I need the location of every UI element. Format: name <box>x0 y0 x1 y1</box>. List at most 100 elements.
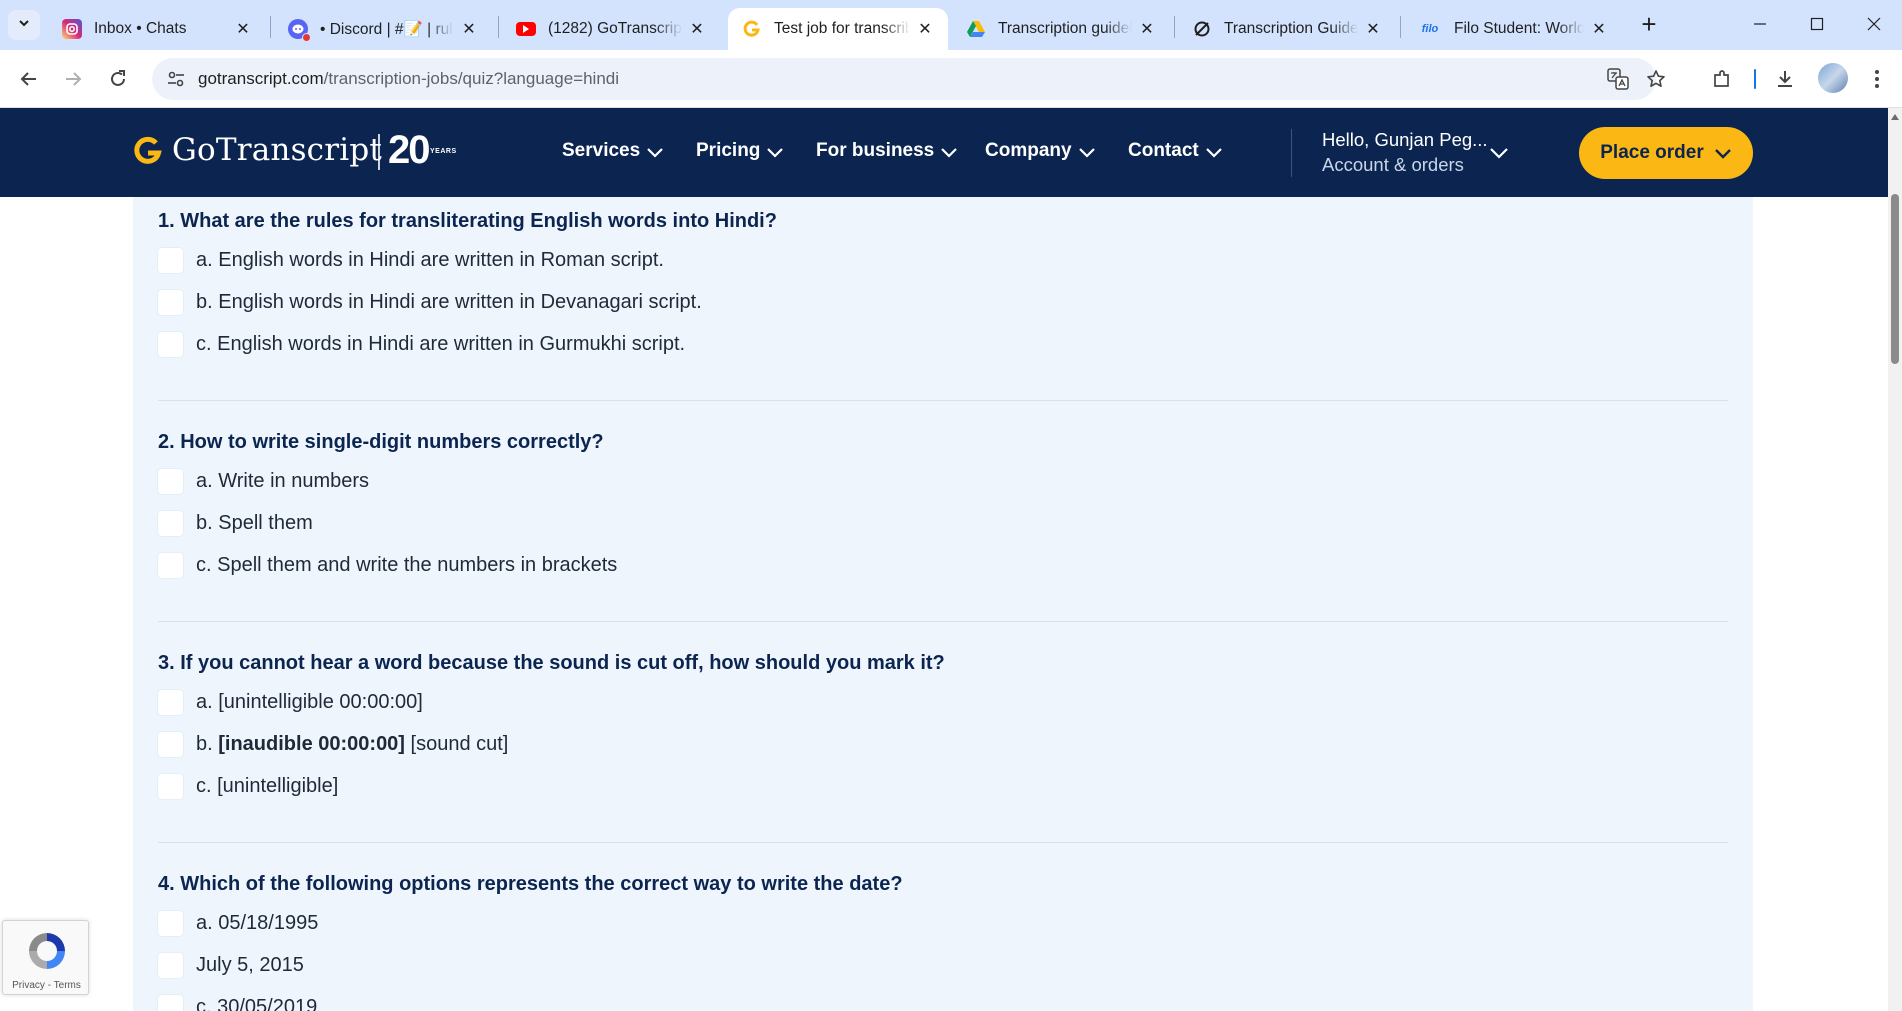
quiz-option[interactable]: a. Write in numbers <box>158 469 369 494</box>
close-window-button[interactable] <box>1854 8 1894 40</box>
chevron-down-icon <box>1205 148 1222 158</box>
nav-services[interactable]: Services <box>562 140 664 162</box>
option-checkbox[interactable] <box>158 774 183 799</box>
quiz-option[interactable]: c. [unintelligible] <box>158 774 338 799</box>
logo-text[interactable]: GoTranscript <box>172 132 382 168</box>
option-checkbox[interactable] <box>158 953 183 978</box>
page-scrollbar[interactable] <box>1888 108 1902 1011</box>
scroll-up-arrow-icon[interactable] <box>1891 114 1899 120</box>
close-icon[interactable]: ✕ <box>1590 19 1608 39</box>
quiz-option[interactable]: c. 30/05/2019 <box>158 995 317 1011</box>
option-checkbox[interactable] <box>158 690 183 715</box>
option-checkbox[interactable] <box>158 553 183 578</box>
option-checkbox[interactable] <box>158 469 183 494</box>
option-prefix: b. <box>196 733 219 755</box>
question-title: 2. How to write single-digit numbers cor… <box>158 431 604 453</box>
option-label: c. [unintelligible] <box>196 775 339 797</box>
quiz-panel: 1. What are the rules for transliteratin… <box>133 197 1753 1011</box>
nav-for-business[interactable]: For business <box>816 140 958 162</box>
site-header: GoTranscript 20 YEARS Services Pricing F… <box>0 108 1888 197</box>
extensions-icon[interactable] <box>1707 64 1737 94</box>
quiz-option[interactable]: c. Spell them and write the numbers in b… <box>158 553 617 578</box>
address-bar[interactable]: gotranscript.com/transcription-jobs/quiz… <box>152 58 1665 100</box>
tab-title: (1282) GoTranscript 2 <box>548 20 682 37</box>
quiz-option[interactable]: b. English words in Hindi are written in… <box>158 290 702 315</box>
bookmark-star-icon[interactable] <box>1644 67 1668 91</box>
browser-toolbar: gotranscript.com/transcription-jobs/quiz… <box>0 50 1902 108</box>
browser-tab[interactable]: • Discord | #📝 | rul ✕ <box>274 8 492 50</box>
recaptcha-terms-link[interactable]: Terms <box>54 980 81 991</box>
reload-button[interactable] <box>103 64 133 94</box>
quiz-option[interactable]: a. 05/18/1995 <box>158 911 318 936</box>
browser-tab[interactable]: Transcription guideli ✕ <box>952 8 1170 50</box>
option-suffix: [sound cut] <box>404 733 509 755</box>
question-title: 3. If you cannot hear a word because the… <box>158 652 945 674</box>
option-checkbox[interactable] <box>158 290 183 315</box>
maximize-button[interactable] <box>1797 8 1837 40</box>
quiz-option[interactable]: a. [unintelligible 00:00:00] <box>158 690 423 715</box>
toolbar-separator <box>1754 69 1756 89</box>
translate-icon[interactable] <box>1606 67 1630 91</box>
anniversary-20-logo: 20 <box>388 128 430 172</box>
quiz-option[interactable]: b. Spell them <box>158 511 313 536</box>
place-order-button[interactable]: Place order <box>1579 127 1753 179</box>
option-checkbox[interactable] <box>158 511 183 536</box>
close-icon[interactable]: ✕ <box>1364 19 1382 39</box>
browser-tab[interactable]: filo Filo Student: World's ✕ <box>1404 8 1622 50</box>
quiz-option[interactable]: b. [inaudible 00:00:00] [sound cut] <box>158 732 508 757</box>
close-icon[interactable]: ✕ <box>916 19 934 39</box>
recaptcha-privacy-link[interactable]: Privacy <box>12 980 45 991</box>
chevron-down-icon[interactable] <box>1489 146 1509 160</box>
quiz-option[interactable]: a. English words in Hindi are written in… <box>158 248 664 273</box>
option-label: a. 05/18/1995 <box>196 912 319 934</box>
option-label: a. Write in numbers <box>196 470 370 492</box>
profile-avatar[interactable] <box>1818 63 1848 93</box>
minimize-button[interactable] <box>1740 8 1780 40</box>
close-icon[interactable]: ✕ <box>234 19 252 39</box>
option-label: c. Spell them and write the numbers in b… <box>196 554 618 576</box>
logo-divider <box>378 134 380 170</box>
scroll-thumb[interactable] <box>1891 194 1899 364</box>
option-checkbox[interactable] <box>158 248 183 273</box>
new-tab-button[interactable]: + <box>1634 10 1664 40</box>
nav-company[interactable]: Company <box>985 140 1096 162</box>
tab-separator <box>270 16 271 38</box>
nav-label: For business <box>816 140 935 161</box>
option-checkbox[interactable] <box>158 732 183 757</box>
option-checkbox[interactable] <box>158 995 183 1011</box>
url-text: gotranscript.com/transcription-jobs/quiz… <box>198 69 619 89</box>
download-icon[interactable] <box>1770 64 1800 94</box>
browser-tab[interactable]: (1282) GoTranscript 2 ✕ <box>502 8 720 50</box>
back-button[interactable] <box>14 64 44 94</box>
nav-pricing[interactable]: Pricing <box>696 140 784 162</box>
browser-tab[interactable]: Transcription Guideli ✕ <box>1178 8 1396 50</box>
tab-title: Filo Student: World's <box>1454 20 1584 37</box>
recaptcha-separator: - <box>44 980 54 991</box>
browser-tab[interactable]: Inbox • Chats ✕ <box>48 8 266 50</box>
header-divider <box>1291 129 1292 177</box>
gotranscript-logo-icon[interactable] <box>132 135 164 169</box>
youtube-icon <box>516 22 536 36</box>
recaptcha-logo-icon <box>25 929 69 973</box>
close-icon[interactable]: ✕ <box>1138 19 1156 39</box>
close-icon[interactable]: ✕ <box>460 19 478 39</box>
option-checkbox[interactable] <box>158 332 183 357</box>
url-host: gotranscript.com <box>198 69 324 88</box>
quiz-option[interactable]: July 5, 2015 <box>158 953 304 978</box>
account-menu[interactable]: Hello, Gunjan Peg... Account & orders <box>1322 129 1488 176</box>
option-checkbox[interactable] <box>158 911 183 936</box>
forward-button[interactable] <box>58 64 88 94</box>
site-info-icon[interactable] <box>164 67 188 91</box>
option-label: c. English words in Hindi are written in… <box>196 333 686 355</box>
menu-kebab-icon[interactable] <box>1862 64 1892 94</box>
recaptcha-badge[interactable]: Privacy - Terms <box>2 920 89 995</box>
close-icon[interactable]: ✕ <box>688 19 706 39</box>
browser-tab-active[interactable]: Test job for transcrib ✕ <box>728 8 948 50</box>
tab-search-button[interactable] <box>8 10 40 40</box>
option-label: July 5, 2015 <box>196 954 304 976</box>
question-divider <box>158 400 1728 401</box>
tab-title: Transcription Guideli <box>1224 20 1358 37</box>
quiz-option[interactable]: c. English words in Hindi are written in… <box>158 332 685 357</box>
nav-contact[interactable]: Contact <box>1128 140 1223 162</box>
filo-logo-text: filo <box>1421 23 1439 35</box>
